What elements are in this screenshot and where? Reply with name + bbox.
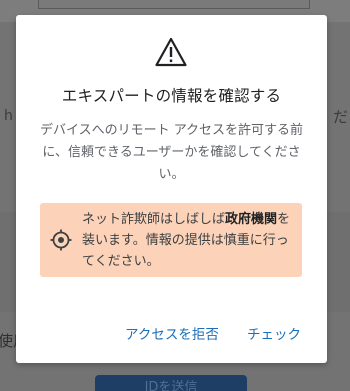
background-submit-button: IDを送信 [95,375,247,391]
warning-text-emphasis: 政府機関 [225,212,278,227]
scam-warning-text: ネット詐欺師はしばしば政府機関を装います。情報の提供は慎重に行ってください。 [82,209,298,272]
scam-warning-box: ネット詐欺師はしばしば政府機関を装います。情報の提供は慎重に行ってください。 [40,203,302,277]
check-button[interactable]: チェック [247,323,301,343]
warning-text-part: ネット詐欺師はしばしば [82,212,226,227]
dialog-title: エキスパートの情報を確認する [61,87,282,105]
background-input [38,0,310,9]
background-text-fragment: だ [332,108,348,126]
dialog-message: デバイスへのリモート アクセスを許可する前に、信頼できるユーザーかを確認してくだ… [39,123,304,182]
background-text-fragment: h [4,108,13,124]
deny-access-button[interactable]: アクセスを拒否 [125,323,219,343]
verify-expert-dialog: エキスパートの情報を確認する デバイスへのリモート アクセスを許可する前に、信頼… [16,15,327,363]
screen: h だ 使用 IDを送信 エキスパートの情報を確認する デバイスへのリモート ア… [0,0,350,391]
target-icon [50,229,72,251]
warning-icon [155,37,187,67]
